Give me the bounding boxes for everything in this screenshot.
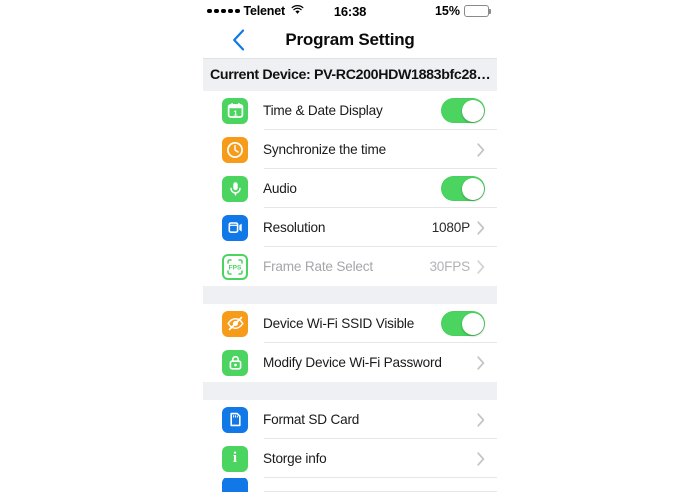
row-control: [477, 412, 485, 427]
phone-screen: Telenet 16:38 15% Program Setting Curren…: [203, 0, 497, 500]
row-control: [477, 142, 485, 157]
eye-slash-icon: [222, 310, 248, 337]
current-device-banner: Current Device: PV-RC200HDW1883bfc28…: [203, 59, 497, 91]
battery-percent-label: 15%: [434, 4, 460, 18]
row-storge-info[interactable]: i Storge info: [203, 439, 497, 478]
row-partial-cutoff[interactable]: [203, 478, 497, 492]
row-label: Storge info: [263, 451, 327, 466]
lock-icon: [222, 349, 248, 376]
microphone-icon: [222, 175, 248, 202]
row-control: [477, 355, 485, 370]
row-time-date-display[interactable]: 1 Time & Date Display: [203, 91, 497, 130]
row-modify-device-wifi-password[interactable]: Modify Device Wi-Fi Password: [203, 343, 497, 382]
svg-text:FPS: FPS: [229, 264, 242, 271]
section-gap-1: [203, 286, 497, 304]
chevron-left-icon: [232, 29, 244, 51]
row-control: [441, 311, 485, 336]
row-label: Time & Date Display: [263, 103, 383, 118]
row-label: Device Wi-Fi SSID Visible: [263, 316, 415, 331]
row-audio[interactable]: Audio: [203, 169, 497, 208]
row-label: Synchronize the time: [263, 142, 386, 157]
partial-icon: [222, 478, 248, 492]
row-label: Format SD Card: [263, 412, 360, 427]
status-bar-right: 15%: [434, 4, 492, 18]
chevron-right-icon: [477, 451, 485, 466]
settings-section-storage: Format SD Card i Storge info: [203, 400, 497, 492]
row-label: Audio: [263, 181, 297, 196]
audio-toggle[interactable]: [441, 176, 485, 201]
time-date-display-toggle[interactable]: [441, 98, 485, 123]
chevron-right-icon: [477, 412, 485, 427]
status-bar: Telenet 16:38 15%: [203, 0, 497, 22]
calendar-icon: 1: [222, 97, 248, 124]
section-gap-2: [203, 382, 497, 400]
video-camera-icon: [222, 214, 248, 241]
sd-card-icon: [222, 406, 248, 433]
settings-section-capture: 1 Time & Date Display Synchronize the ti…: [203, 91, 497, 286]
row-frame-rate-select[interactable]: FPS Frame Rate Select 30FPS: [203, 247, 497, 286]
row-label: Resolution: [263, 220, 326, 235]
battery-icon: [464, 5, 492, 17]
resolution-value: 1080P: [431, 220, 471, 235]
settings-section-wifi: Device Wi-Fi SSID Visible Modify Device …: [203, 304, 497, 382]
row-control: [477, 451, 485, 466]
row-synchronize-the-time[interactable]: Synchronize the time: [203, 130, 497, 169]
page-title: Program Setting: [285, 30, 415, 49]
row-control: 1080P: [432, 220, 485, 235]
svg-text:1: 1: [233, 108, 237, 117]
row-format-sd-card[interactable]: Format SD Card: [203, 400, 497, 439]
row-label: Modify Device Wi-Fi Password: [263, 355, 442, 370]
info-icon: i: [222, 445, 248, 472]
row-resolution[interactable]: Resolution 1080P: [203, 208, 497, 247]
clock-icon: [222, 136, 248, 163]
row-control: [441, 98, 485, 123]
row-control: [441, 176, 485, 201]
row-control: 30FPS: [429, 259, 485, 274]
back-button[interactable]: [225, 27, 251, 53]
navigation-bar: Program Setting: [203, 22, 497, 58]
chevron-right-icon: [477, 220, 485, 235]
frame-rate-value: 30FPS: [429, 259, 470, 274]
chevron-right-icon: [477, 259, 485, 274]
wifi-ssid-visible-toggle[interactable]: [441, 311, 485, 336]
row-label: Frame Rate Select: [263, 259, 373, 274]
chevron-right-icon: [477, 355, 485, 370]
row-device-wifi-ssid-visible[interactable]: Device Wi-Fi SSID Visible: [203, 304, 497, 343]
chevron-right-icon: [477, 142, 485, 157]
fps-icon: FPS: [222, 253, 248, 280]
